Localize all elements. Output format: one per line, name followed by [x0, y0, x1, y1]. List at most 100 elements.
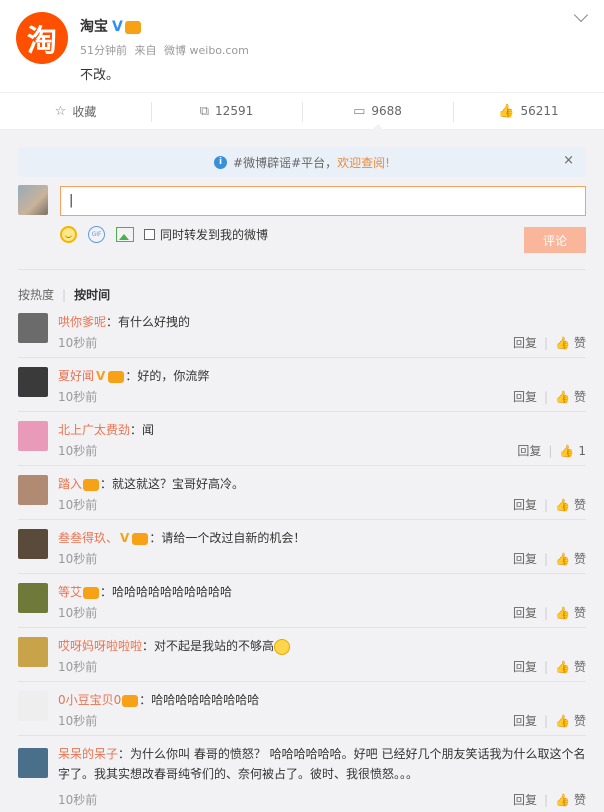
sort-by-hot-tab[interactable]: 按热度 — [18, 286, 54, 303]
favorite-button[interactable]: ☆ 收藏 — [0, 93, 151, 129]
reply-button[interactable]: 回复 — [513, 388, 537, 405]
vip-icon — [124, 20, 141, 34]
like-label[interactable]: 赞 — [574, 658, 586, 675]
image-icon[interactable] — [116, 227, 134, 242]
emoji-icon[interactable] — [60, 226, 77, 243]
like-label[interactable]: 赞 — [574, 712, 586, 729]
commenter-name[interactable]: 等艾 — [58, 585, 82, 599]
reply-button[interactable]: 回复 — [517, 442, 541, 459]
commenter-avatar[interactable] — [18, 421, 48, 451]
like-count[interactable]: 1 — [578, 444, 586, 458]
comment-body: ：闻 — [130, 423, 155, 437]
thumbs-up-icon[interactable]: 👍 — [555, 660, 570, 674]
repost-count: 12591 — [215, 104, 254, 118]
commenter-name[interactable]: 踏入 — [58, 477, 82, 491]
thumbs-up-icon[interactable]: 👍 — [555, 498, 570, 512]
reply-button[interactable]: 回复 — [513, 334, 537, 351]
comment-time: 10秒前 — [58, 714, 98, 728]
action-separator: | — [543, 792, 549, 807]
comment-count: 9688 — [371, 104, 402, 118]
like-label[interactable]: 赞 — [574, 334, 586, 351]
comment-icon: ▭ — [353, 103, 366, 119]
like-button[interactable]: 👍 56211 — [453, 93, 604, 129]
commenter-avatar[interactable] — [18, 748, 48, 778]
reply-button[interactable]: 回复 — [513, 791, 537, 808]
divider — [18, 269, 586, 270]
comment-actions: 回复 | 👍 1 — [517, 442, 586, 459]
my-avatar[interactable] — [18, 185, 48, 215]
comment-time: 10秒前 — [58, 336, 98, 350]
commenter-name[interactable]: 叁叁得玖、 — [58, 531, 118, 545]
commenter-name[interactable]: 0小豆宝贝0 — [58, 693, 121, 707]
reply-button[interactable]: 回复 — [513, 496, 537, 513]
comment-body: ：好的，你流弊 — [125, 369, 210, 383]
thumbs-up-icon: 👍 — [498, 103, 515, 119]
weibo-post: 淘 淘宝 V 51分钟前 来自 微博 weibo.com 不改。 — [0, 0, 604, 92]
reply-button[interactable]: 回复 — [513, 658, 537, 675]
chevron-down-icon[interactable] — [573, 7, 589, 23]
notice-link[interactable]: 欢迎查阅! — [337, 154, 390, 171]
commenter-name[interactable]: 北上广太费劲 — [58, 423, 130, 437]
comment-time: 10秒前 — [58, 390, 98, 404]
thumbs-up-icon[interactable]: 👍 — [555, 606, 570, 620]
post-source[interactable]: 微博 weibo.com — [164, 44, 249, 57]
commenter-name[interactable]: 哄你爹呢 — [58, 315, 106, 329]
comment-row: 叁叁得玖、 V ：请给一个改过自新的机会！ 10秒前 回复 | 👍 赞 — [18, 520, 586, 574]
like-label[interactable]: 赞 — [574, 496, 586, 513]
reply-button[interactable]: 回复 — [513, 604, 537, 621]
action-separator: | — [543, 335, 549, 350]
comment-row: 北上广太费劲：闻 10秒前 回复 | 👍 1 — [18, 412, 586, 466]
commenter-avatar[interactable] — [18, 529, 48, 559]
like-label[interactable]: 赞 — [574, 791, 586, 808]
action-separator: | — [543, 497, 549, 512]
poster-name[interactable]: 淘宝 V — [80, 16, 141, 36]
comment-row: 呆呆的呆子：为什么你叫 春哥的愤怒？ 哈哈哈哈哈哈。好吧 已经好几个朋友笑话我为… — [18, 736, 586, 807]
comment-row: 0小豆宝贝0 ：哈哈哈哈哈哈哈哈哈 10秒前 回复 | 👍 赞 — [18, 682, 586, 736]
sort-by-time-tab[interactable]: 按时间 — [74, 286, 110, 303]
reply-button[interactable]: 回复 — [513, 712, 537, 729]
commenter-name[interactable]: 呆呆的呆子 — [58, 747, 118, 761]
commenter-avatar[interactable] — [18, 367, 48, 397]
comment-body: ：哈哈哈哈哈哈哈哈哈 — [139, 693, 260, 707]
gif-icon[interactable]: GIF — [88, 226, 105, 243]
like-label[interactable]: 赞 — [574, 388, 586, 405]
action-separator: | — [543, 605, 549, 620]
comment-input[interactable]: | — [60, 186, 586, 216]
vip-icon — [83, 586, 100, 599]
comment-row: 踏入 ：就这就这？宝哥好高冷。 10秒前 回复 | 👍 赞 — [18, 466, 586, 520]
repost-button[interactable]: ⧉ 12591 — [151, 93, 302, 129]
like-label[interactable]: 赞 — [574, 550, 586, 567]
thumbs-up-icon[interactable]: 👍 — [555, 552, 570, 566]
comment-time: 10秒前 — [58, 444, 98, 458]
commenter-avatar[interactable] — [18, 583, 48, 613]
thumbs-up-icon[interactable]: 👍 — [555, 714, 570, 728]
thumbs-up-icon[interactable]: 👍 — [555, 390, 570, 404]
reply-button[interactable]: 回复 — [513, 550, 537, 567]
sort-tabs: 按热度 | 按时间 — [18, 286, 110, 303]
thumbs-up-icon[interactable]: 👍 — [555, 793, 570, 807]
repost-checkbox-label[interactable]: 同时转发到我的微博 — [160, 226, 268, 243]
verified-icon: V — [112, 19, 123, 35]
smile-emoji-icon — [274, 638, 291, 655]
source-prefix: 来自 — [134, 44, 157, 57]
post-time[interactable]: 51分钟前 — [80, 44, 127, 57]
poster-avatar[interactable]: 淘 — [16, 12, 68, 64]
comment-button[interactable]: ▭ 9688 — [302, 93, 453, 130]
thumbs-up-icon[interactable]: 👍 — [555, 336, 570, 350]
commenter-avatar[interactable] — [18, 475, 48, 505]
thumbs-up-icon[interactable]: 👍 — [559, 444, 574, 458]
commenter-name[interactable]: 哎呀妈呀啦啦啦 — [58, 639, 142, 653]
repost-checkbox[interactable] — [144, 229, 155, 240]
comment-actions: 回复 | 👍 赞 — [513, 658, 586, 675]
verified-icon: V — [96, 369, 106, 383]
like-label[interactable]: 赞 — [574, 604, 586, 621]
close-icon[interactable]: × — [563, 153, 574, 168]
commenter-name[interactable]: 夏好闻 — [58, 369, 94, 383]
commenter-avatar[interactable] — [18, 691, 48, 721]
vip-icon — [83, 478, 100, 491]
star-icon: ☆ — [54, 103, 67, 119]
comment-actions: 回复 | 👍 赞 — [513, 604, 586, 621]
commenter-avatar[interactable] — [18, 313, 48, 343]
commenter-avatar[interactable] — [18, 637, 48, 667]
submit-comment-button[interactable]: 评论 — [524, 227, 586, 253]
